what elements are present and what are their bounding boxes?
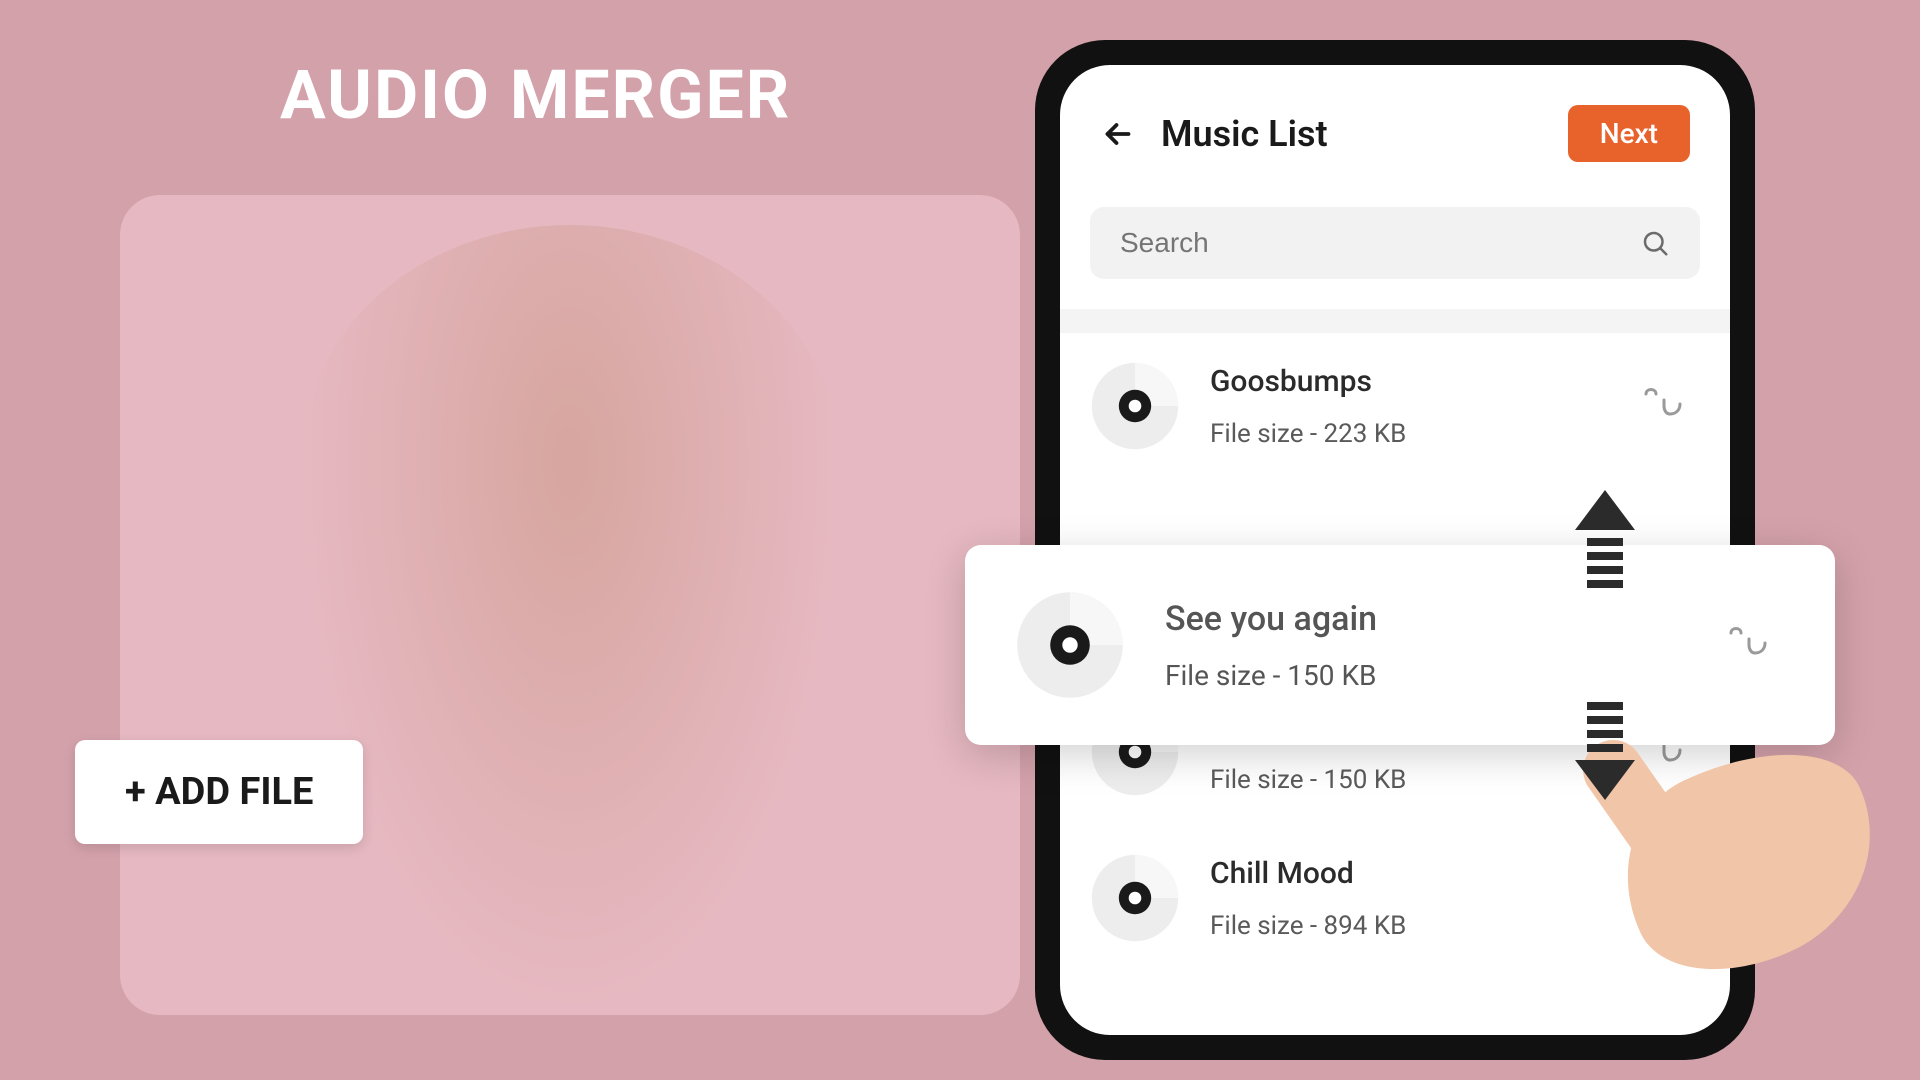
search-input[interactable] [1120,227,1640,259]
back-arrow-icon[interactable] [1100,116,1136,152]
music-size: File size - 223 KB [1210,419,1610,449]
hero-image-card [120,195,1020,1015]
music-size: File size - 894 KB [1210,911,1610,941]
search-icon [1640,228,1670,258]
reorder-down-arrow-icon [1575,690,1635,800]
reorder-up-arrow-icon [1575,490,1635,600]
screen-header: Music List Next [1060,65,1730,187]
music-title: See you again [1165,599,1685,639]
music-info: Chill Mood File size - 894 KB [1210,856,1610,941]
add-file-button[interactable]: + ADD FILE [75,740,363,844]
disc-icon [1090,361,1180,451]
search-bar[interactable] [1090,207,1700,279]
dragging-list-item[interactable]: See you again File size - 150 KB [965,545,1835,745]
page-title: AUDIO MERGER [280,55,791,135]
list-separator [1060,309,1730,333]
music-info: See you again File size - 150 KB [1165,599,1685,692]
screen-title: Music List [1161,113,1543,155]
disc-icon [1015,590,1125,700]
disc-icon [1090,853,1180,943]
music-title: Goosbumps [1210,364,1610,399]
list-item[interactable]: Goosbumps File size - 223 KB [1060,333,1730,479]
hero-person-image [300,225,840,1015]
music-size: File size - 150 KB [1210,765,1610,795]
drag-handle-icon[interactable] [1640,386,1690,426]
drag-handle-icon[interactable] [1725,625,1775,665]
next-button[interactable]: Next [1568,105,1690,162]
music-info: Goosbumps File size - 223 KB [1210,364,1610,449]
music-size: File size - 150 KB [1165,659,1685,692]
music-title: Chill Mood [1210,856,1610,891]
